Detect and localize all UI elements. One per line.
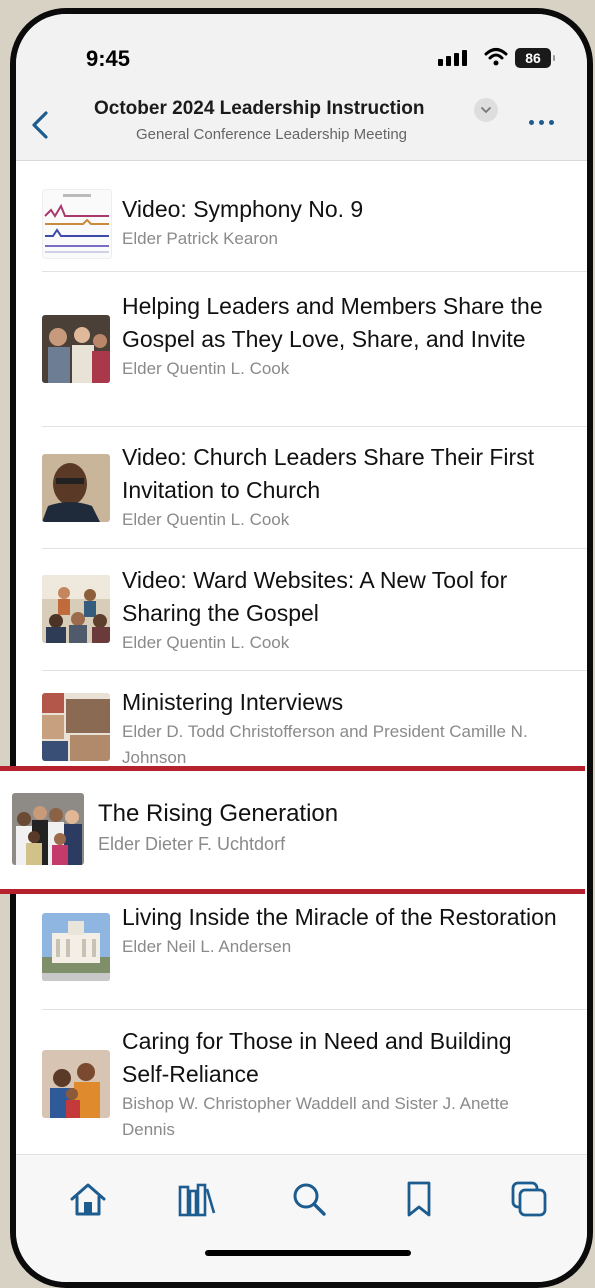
item-title: Video: Symphony No. 9 [122, 196, 364, 222]
item-author: Elder Patrick Kearon [122, 229, 278, 248]
item-thumbnail-classroom [42, 575, 110, 643]
item-title: Ministering Interviews [122, 689, 344, 715]
item-title: Video: Church Leaders Share Their First … [122, 444, 535, 503]
library-icon[interactable] [175, 1177, 219, 1221]
item-thumbnail-people-meeting [42, 315, 110, 383]
item-author: Elder Quentin L. Cook [122, 633, 290, 652]
item-author: Elder Dieter F. Uchtdorf [98, 834, 286, 854]
item-title: Helping Leaders and Members Share the Go… [122, 293, 543, 352]
item-thumbnail-youth-group [12, 793, 84, 865]
list-item[interactable]: Video: Church Leaders Share Their First … [16, 427, 587, 548]
item-thumbnail-temple [42, 913, 110, 981]
list-item[interactable]: Video: Symphony No. 9 Elder Patrick Kear… [16, 171, 587, 271]
home-indicator[interactable] [205, 1250, 411, 1256]
phone-frame: 9:45 86 October 2024 Leadership Instruct… [10, 8, 593, 1288]
status-time: 9:45 [86, 46, 131, 71]
more-options-icon[interactable] [529, 120, 554, 125]
page-title[interactable]: October 2024 Leadership Instruction [94, 98, 424, 120]
item-author: Elder Quentin L. Cook [122, 359, 290, 378]
item-thumbnail-symphony [42, 189, 112, 259]
cellular-signal-icon [438, 50, 467, 66]
item-author: Elder D. Todd Christofferson and Preside… [122, 722, 528, 767]
top-bar: 9:45 86 October 2024 Leadership Instruct… [16, 14, 587, 161]
list-item[interactable]: Video: Ward Websites: A New Tool for Sha… [16, 549, 587, 670]
item-thumbnail-portrait [42, 454, 110, 522]
item-thumbnail-family [42, 1050, 110, 1118]
wifi-icon [484, 48, 508, 66]
item-author: Elder Quentin L. Cook [122, 510, 290, 529]
list-item[interactable]: Caring for Those in Need and Building Se… [16, 1010, 587, 1154]
page-subtitle: General Conference Leadership Meeting [136, 126, 408, 143]
screen: 9:45 86 October 2024 Leadership Instruct… [16, 14, 587, 1282]
home-icon[interactable] [66, 1177, 110, 1221]
item-title: Video: Ward Websites: A New Tool for Sha… [122, 567, 508, 626]
list-item[interactable]: Helping Leaders and Members Share the Go… [16, 272, 587, 426]
item-author: Elder Neil L. Andersen [122, 937, 292, 956]
battery-icon: 86 [515, 48, 555, 68]
item-author: Bishop W. Christopher Waddell and Sister… [122, 1094, 509, 1139]
highlighted-list-item[interactable]: The Rising Generation Elder Dieter F. Uc… [0, 766, 585, 894]
bookmark-icon[interactable] [397, 1177, 441, 1221]
item-title: Living Inside the Miracle of the Restora… [122, 904, 557, 930]
title-dropdown-chevron-icon[interactable] [474, 98, 498, 122]
back-chevron-icon[interactable] [30, 110, 50, 140]
item-title: Caring for Those in Need and Building Se… [122, 1028, 512, 1087]
screens-icon[interactable] [507, 1177, 551, 1221]
item-thumbnail-collage [42, 693, 110, 761]
list-item[interactable]: Living Inside the Miracle of the Restora… [16, 897, 587, 1009]
item-title: The Rising Generation [98, 800, 339, 827]
search-icon[interactable] [287, 1177, 331, 1221]
tab-bar [16, 1154, 587, 1282]
